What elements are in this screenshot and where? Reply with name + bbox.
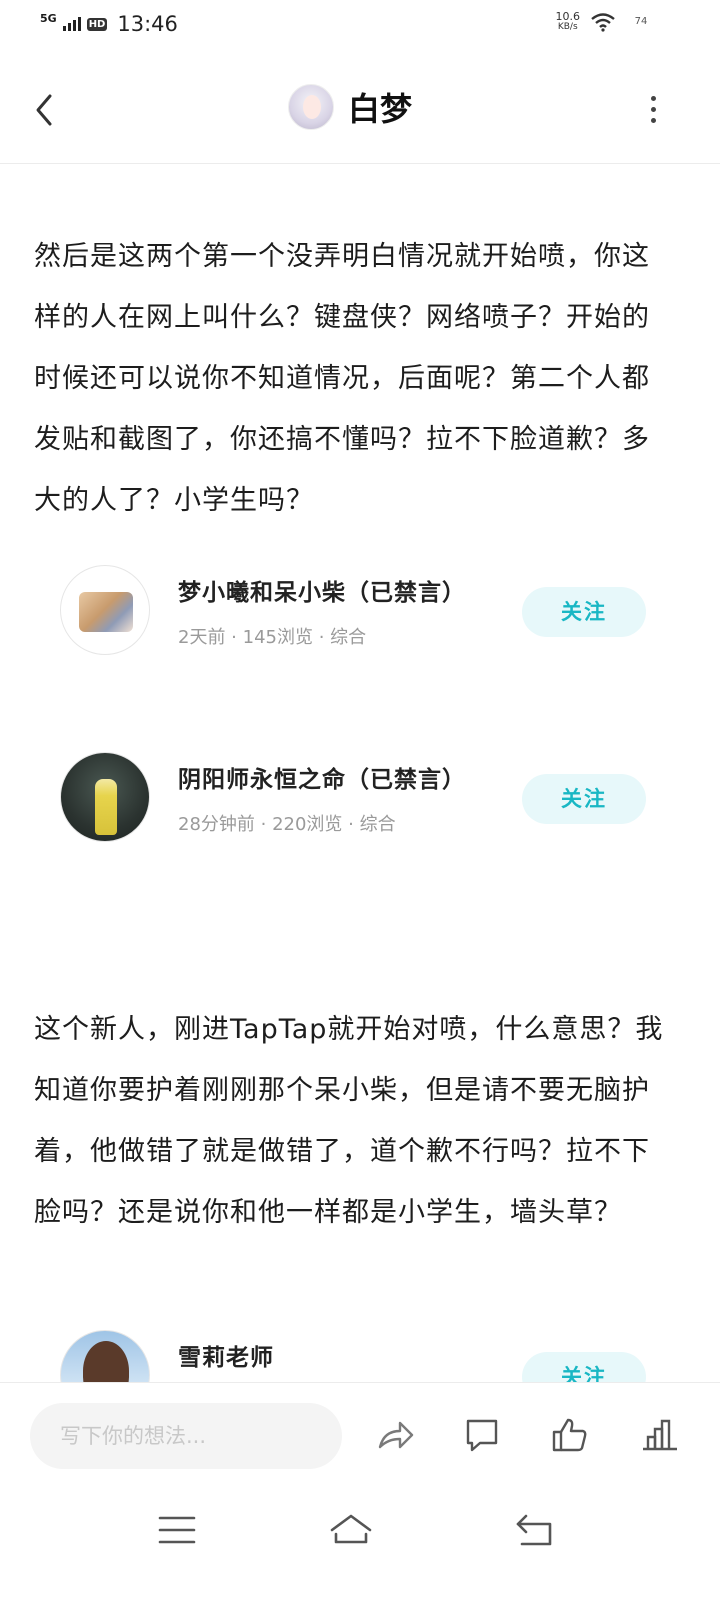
network-type: 5G: [40, 11, 57, 25]
system-nav-bar: [0, 1488, 720, 1605]
chevron-left-icon[interactable]: [30, 90, 60, 130]
wifi-icon: [591, 13, 615, 32]
avatar[interactable]: [60, 565, 150, 655]
menu-icon[interactable]: [154, 1510, 200, 1550]
comment-action-bar: [0, 1382, 720, 1488]
post-paragraph-1: 然后是这两个第一个没弄明白情况就开始喷，你这样的人在网上叫什么？键盘侠？网络喷子…: [34, 241, 650, 516]
share-icon[interactable]: [376, 1415, 416, 1455]
user-name[interactable]: 阴阳师永恒之命（已禁言）: [178, 760, 466, 794]
title-group[interactable]: 白梦: [288, 84, 412, 130]
user-name[interactable]: 雪莉老师: [178, 1338, 274, 1372]
stats-icon[interactable]: [640, 1415, 680, 1455]
comment-icon[interactable]: [462, 1415, 502, 1455]
battery-icon: 74: [626, 14, 656, 30]
page-title: 白梦: [348, 90, 413, 128]
home-icon[interactable]: [328, 1510, 374, 1550]
author-avatar[interactable]: [288, 84, 334, 130]
speed-value: 10.6: [555, 10, 581, 23]
more-vertical-icon[interactable]: [648, 96, 658, 126]
follow-button[interactable]: 关注: [522, 774, 646, 824]
post-meta: 2天前 · 145浏览 · 综合: [178, 627, 367, 648]
user-card[interactable]: 阴阳师永恒之命（已禁言） 28分钟前 · 220浏览 · 综合 关注: [60, 752, 660, 844]
status-right: 10.6 KB/s 74: [555, 10, 656, 32]
back-icon[interactable]: [512, 1510, 558, 1550]
status-left: 5G HD 13:46: [40, 12, 178, 36]
post-paragraph-2: 这个新人，刚进TapTap就开始对喷，什么意思？我知道你要护着刚刚那个呆小柴，但…: [34, 1014, 664, 1228]
hd-badge: HD: [86, 17, 108, 31]
avatar[interactable]: [60, 752, 150, 842]
signal-icon: [62, 17, 81, 31]
follow-button[interactable]: 关注: [522, 587, 646, 637]
clock: 13:46: [117, 12, 178, 36]
post-meta: 28分钟前 · 220浏览 · 综合: [178, 814, 396, 835]
network-speed: 10.6 KB/s: [555, 10, 581, 32]
user-card[interactable]: 梦小曦和呆小柴（已禁言） 2天前 · 145浏览 · 综合 关注: [60, 565, 660, 657]
speed-unit: KB/s: [557, 22, 578, 32]
status-bar: 5G HD 13:46 10.6 KB/s 74: [0, 0, 720, 52]
like-icon[interactable]: [550, 1415, 590, 1455]
comment-input[interactable]: [30, 1403, 342, 1469]
user-name[interactable]: 梦小曦和呆小柴（已禁言）: [178, 573, 466, 607]
top-app-bar: 白梦: [0, 56, 720, 164]
